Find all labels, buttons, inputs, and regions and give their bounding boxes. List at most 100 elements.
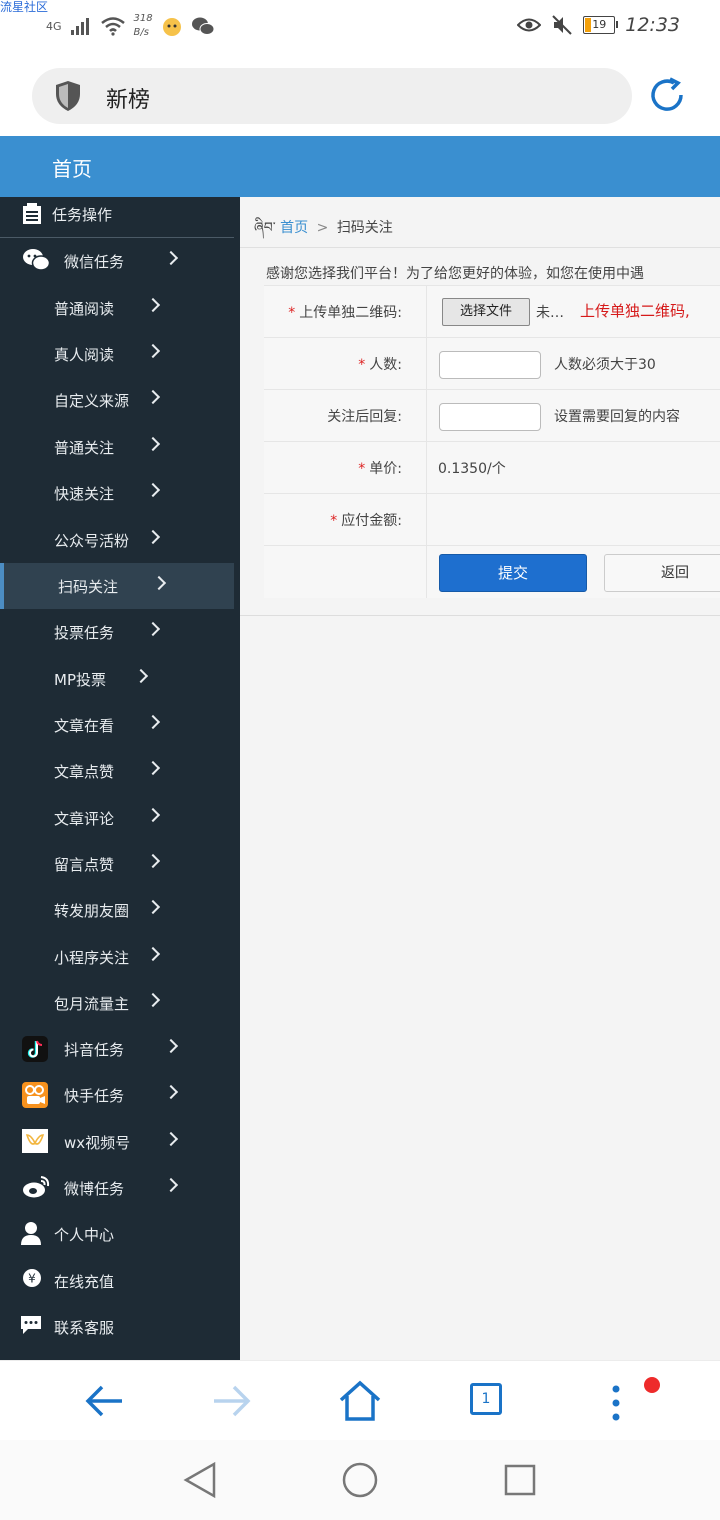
sidebar-item-scan-follow[interactable]: 扫码关注 xyxy=(0,563,234,609)
form-row-amount: * 应付金额: xyxy=(264,493,720,546)
chevron-right-icon xyxy=(163,1131,179,1147)
sidebar-item-weibo[interactable]: 微博任务 xyxy=(0,1165,234,1211)
chevron-right-icon xyxy=(145,714,161,730)
video-channel-icon xyxy=(22,1129,48,1153)
network-type: 4G xyxy=(46,19,62,33)
nav-recents-icon[interactable] xyxy=(504,1464,536,1496)
count-hint: 人数必须大于30 xyxy=(554,357,656,373)
wechat-notification-icon xyxy=(191,17,215,35)
chevron-right-icon xyxy=(145,899,161,915)
site-header: 首页 xyxy=(0,136,720,197)
douyin-icon xyxy=(22,1036,48,1062)
reply-label: 关注后回复: xyxy=(327,409,402,425)
upload-label-text: 上传单独二维码: xyxy=(299,305,402,321)
sidebar-item-label: 联系客服 xyxy=(54,1319,115,1337)
sidebar-header-label: 任务操作 xyxy=(52,206,113,224)
sidebar-item-wx-video[interactable]: wx视频号 xyxy=(0,1119,234,1165)
sidebar-item-label: 文章点赞 xyxy=(54,763,115,781)
nav-back-icon[interactable] xyxy=(182,1460,218,1500)
submit-button[interactable]: 提交 xyxy=(439,554,587,592)
shield-icon xyxy=(56,81,80,111)
label-cell: * 上传单独二维码: xyxy=(264,286,427,338)
sidebar-item-customer-service[interactable]: 联系客服 xyxy=(0,1304,234,1350)
chevron-right-icon xyxy=(145,992,161,1008)
chevron-right-icon xyxy=(145,297,161,313)
sidebar: 任务操作 微信任务 普通阅读 真人阅读 自定义来源 普通关注 快速关注 公众号活… xyxy=(0,197,240,1360)
sidebar-item-label: 普通阅读 xyxy=(54,300,115,318)
label-cell: 关注后回复: xyxy=(264,390,427,442)
sidebar-item-miniprogram-follow[interactable]: 小程序关注 xyxy=(0,934,234,980)
home-link[interactable]: 首页 xyxy=(52,153,92,182)
sidebar-item-normal-follow[interactable]: 普通关注 xyxy=(0,424,234,470)
sidebar-item-wechat[interactable]: 微信任务 xyxy=(0,238,234,284)
forward-arrow-icon[interactable] xyxy=(210,1379,254,1423)
count-label: * 人数: xyxy=(358,357,402,373)
sidebar-item-monthly-traffic[interactable]: 包月流量主 xyxy=(0,980,234,1026)
chevron-right-icon xyxy=(145,529,161,545)
system-nav-bar xyxy=(0,1440,720,1520)
network-speed: 318 B/s xyxy=(134,12,153,40)
sidebar-item-custom-source[interactable]: 自定义来源 xyxy=(0,377,234,423)
chevron-right-icon xyxy=(145,853,161,869)
reply-hint: 设置需要回复的内容 xyxy=(554,409,680,425)
sidebar-item-label: 微博任务 xyxy=(64,1180,125,1198)
label-cell: * 应付金额: xyxy=(264,494,427,546)
price-label-text: 单价: xyxy=(369,461,402,477)
sidebar-item-fast-follow[interactable]: 快速关注 xyxy=(0,470,234,516)
sidebar-item-article-view[interactable]: 文章在看 xyxy=(0,702,234,748)
back-arrow-icon[interactable] xyxy=(82,1379,126,1423)
sidebar-item-real-read[interactable]: 真人阅读 xyxy=(0,331,234,377)
upload-hint: 上传单独二维码, xyxy=(580,302,690,320)
clock: 12:33 xyxy=(625,14,680,36)
url-field[interactable]: 新榜 xyxy=(32,68,632,124)
price-label: * 单价: xyxy=(358,461,402,477)
chevron-right-icon xyxy=(163,250,179,266)
sidebar-item-label: 扫码关注 xyxy=(58,578,119,596)
nav-home-icon[interactable] xyxy=(341,1461,379,1499)
home-icon[interactable] xyxy=(338,1379,382,1423)
sidebar-item-comment-like[interactable]: 留言点赞 xyxy=(0,841,234,887)
chevron-right-icon xyxy=(133,668,149,684)
sidebar-item-moments-share[interactable]: 转发朋友圈 xyxy=(0,887,234,933)
tabs-button[interactable]: 1 xyxy=(470,1383,502,1415)
back-button[interactable]: 返回 xyxy=(604,554,720,592)
count-label-text: 人数: xyxy=(369,357,402,373)
reply-input[interactable] xyxy=(439,403,541,431)
url-text: 新榜 xyxy=(106,88,151,113)
watermark-text: 流星社区 xyxy=(0,0,49,14)
sidebar-item-personal-center[interactable]: 个人中心 xyxy=(0,1211,234,1257)
chevron-right-icon xyxy=(163,1084,179,1100)
choose-file-button[interactable]: 选择文件 xyxy=(442,298,530,326)
refresh-icon[interactable] xyxy=(648,76,686,114)
sidebar-item-active-fans[interactable]: 公众号活粉 xyxy=(0,517,234,563)
sidebar-item-article-comment[interactable]: 文章评论 xyxy=(0,795,234,841)
chevron-right-icon xyxy=(163,1177,179,1193)
svg-text:¥: ¥ xyxy=(28,1272,36,1286)
breadcrumb-home-link[interactable]: 首页 xyxy=(280,220,308,236)
chevron-right-icon xyxy=(145,946,161,962)
sidebar-item-label: 留言点赞 xyxy=(54,856,115,874)
sidebar-item-vote[interactable]: 投票任务 xyxy=(0,609,234,655)
status-left: 4G 318 B/s xyxy=(46,12,215,40)
sidebar-item-label: MP投票 xyxy=(54,671,106,689)
sidebar-item-label: 微信任务 xyxy=(64,253,125,271)
file-status: 未… xyxy=(536,305,564,321)
sidebar-item-article-like[interactable]: 文章点赞 xyxy=(0,748,234,794)
sidebar-item-normal-read[interactable]: 普通阅读 xyxy=(0,285,234,331)
sidebar-item-douyin[interactable]: 抖音任务 xyxy=(0,1026,234,1072)
breadcrumb-prefix: ཞིབ་ xyxy=(254,220,276,236)
weibo-icon xyxy=(23,1176,50,1198)
menu-dots-icon[interactable] xyxy=(594,1379,638,1423)
breadcrumb-separator: > xyxy=(316,220,329,236)
sidebar-item-mp-vote[interactable]: MP投票 xyxy=(0,656,234,702)
amount-label: * 应付金额: xyxy=(330,513,402,529)
sidebar-item-label: 公众号活粉 xyxy=(54,532,130,550)
sidebar-item-kuaishou[interactable]: 快手任务 xyxy=(0,1072,234,1118)
chevron-right-icon xyxy=(163,1038,179,1054)
count-input[interactable] xyxy=(439,351,541,379)
task-form: 感谢您选择我们平台！为了给您更好的体验，如您在使用中遇 * 上传单独二维码: 选择… xyxy=(240,249,720,616)
price-value: 0.1350/个 xyxy=(438,461,506,477)
sidebar-item-recharge[interactable]: ¥ 在线充值 xyxy=(0,1258,234,1304)
sidebar-item-label: 包月流量主 xyxy=(54,995,130,1013)
chevron-right-icon xyxy=(145,343,161,359)
